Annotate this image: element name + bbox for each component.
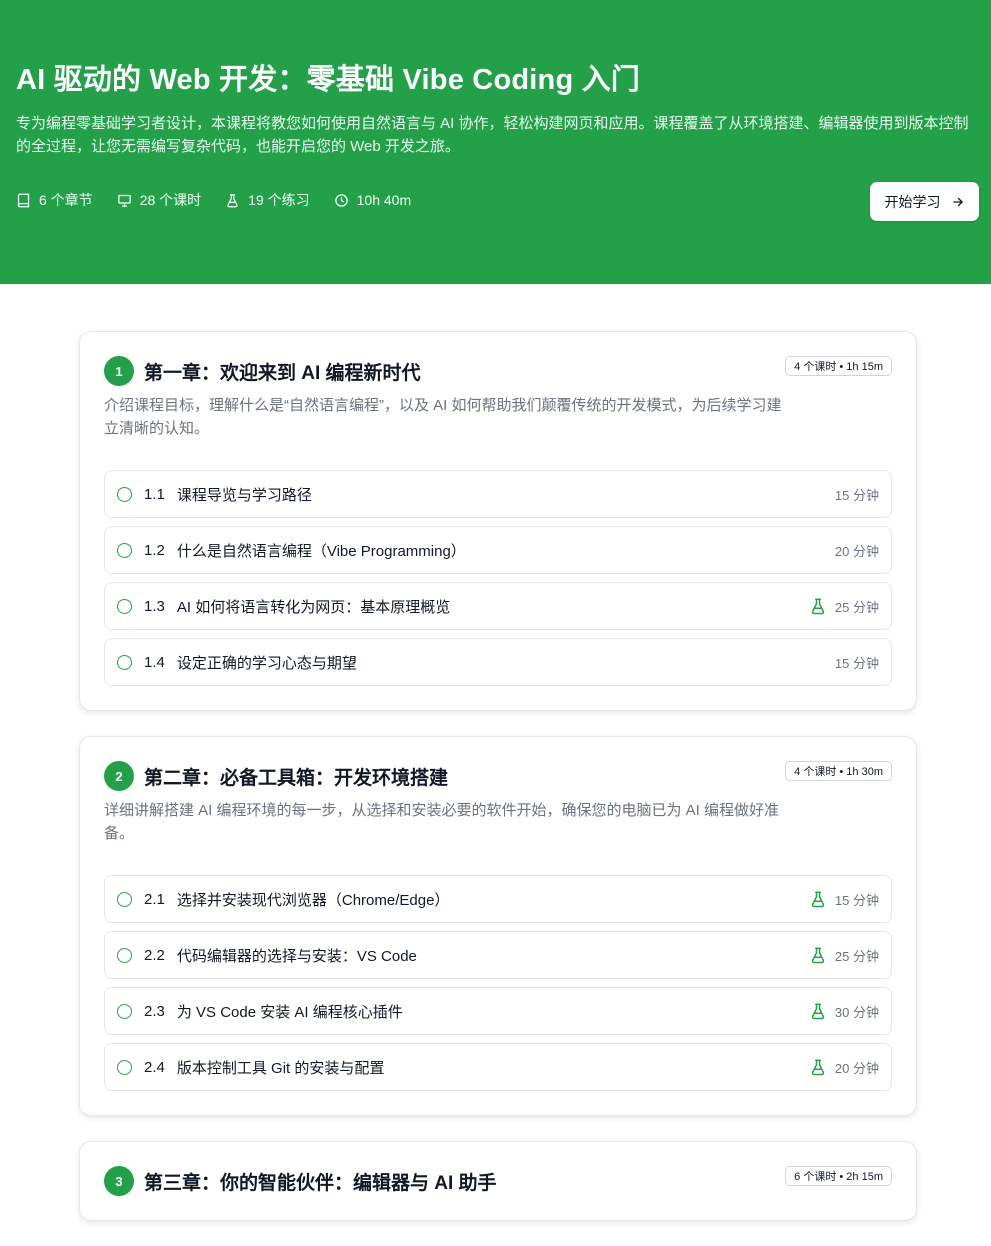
lesson-meta: 20 分钟 — [809, 1058, 879, 1077]
chapter-card: 2 第二章：必备工具箱：开发环境搭建 4 个课时 • 1h 30m 详细讲解搭建… — [79, 736, 917, 1116]
exercise-flask-icon — [811, 891, 825, 908]
lesson-status-circle-icon — [117, 891, 132, 907]
lesson-status-circle-icon — [117, 654, 132, 670]
chapter-meta-badge: 4 个课时 • 1h 15m — [785, 356, 892, 376]
chapter-header: 2 第二章：必备工具箱：开发环境搭建 — [104, 761, 892, 791]
flask-icon — [227, 193, 238, 207]
chapter-number-badge: 3 — [104, 1166, 134, 1196]
stat-duration: 10h 40m — [334, 192, 411, 208]
lesson-meta: 15 分钟 — [835, 485, 879, 504]
book-icon — [17, 193, 30, 207]
lesson-duration: 20 分钟 — [834, 1060, 879, 1076]
lesson-status-circle-icon — [117, 947, 132, 963]
presentation-icon — [117, 194, 131, 207]
lesson-status-circle-icon — [117, 486, 132, 502]
lesson-item[interactable]: 1.2 什么是自然语言编程（Vibe Programming） 20 分钟 — [104, 526, 892, 574]
chapter-title: 第三章：你的智能伙伴：编辑器与 AI 助手 — [144, 1172, 497, 1194]
course-stats: 6 个章节 28 个课时 19 个练习 10h 40m — [16, 190, 411, 210]
lesson-title: 什么是自然语言编程（Vibe Programming） — [176, 542, 466, 560]
lesson-item[interactable]: 2.4 版本控制工具 Git 的安装与配置 20 分钟 — [104, 1043, 892, 1091]
lesson-duration: 20 分钟 — [834, 543, 879, 559]
lesson-number: 1.2 — [144, 541, 165, 559]
lesson-duration: 25 分钟 — [834, 599, 879, 615]
chapter-description: 详细讲解搭建 AI 编程环境的每一步，从选择和安装必要的软件开始，确保您的电脑已… — [104, 802, 780, 842]
chapter-header: 1 第一章：欢迎来到 AI 编程新时代 — [104, 356, 892, 386]
stat-lessons-label: 28 个课时 — [139, 192, 202, 208]
lesson-number: 2.2 — [144, 946, 165, 964]
lesson-title: 设定正确的学习心态与期望 — [176, 654, 357, 672]
start-learning-label: 开始学习 — [884, 193, 941, 210]
clock-icon — [334, 193, 348, 207]
start-learning-button[interactable]: 开始学习 — [870, 182, 979, 221]
lesson-title: 课程导览与学习路径 — [176, 486, 312, 504]
lesson-item[interactable]: 1.4 设定正确的学习心态与期望 15 分钟 — [104, 638, 892, 686]
lesson-list: 1.1 课程导览与学习路径 15 分钟 1.2 什么是自然语言编程（Vibe P… — [104, 470, 892, 686]
chapter-title: 第一章：欢迎来到 AI 编程新时代 — [144, 362, 421, 384]
chapter-meta-badge: 4 个课时 • 1h 30m — [785, 761, 892, 781]
lesson-item[interactable]: 2.1 选择并安装现代浏览器（Chrome/Edge） 15 分钟 — [104, 875, 892, 923]
lesson-number: 1.1 — [144, 485, 165, 503]
chapter-card: 3 第三章：你的智能伙伴：编辑器与 AI 助手 6 个课时 • 2h 15m — [79, 1141, 917, 1221]
lesson-duration: 15 分钟 — [834, 892, 879, 908]
lesson-item[interactable]: 2.3 为 VS Code 安装 AI 编程核心插件 30 分钟 — [104, 987, 892, 1035]
lesson-title: 为 VS Code 安装 AI 编程核心插件 — [176, 1003, 403, 1021]
lesson-item[interactable]: 1.1 课程导览与学习路径 15 分钟 — [104, 470, 892, 518]
lesson-status-circle-icon — [117, 598, 132, 614]
lesson-duration: 15 分钟 — [834, 487, 879, 503]
stat-exercises-label: 19 个练习 — [248, 192, 310, 208]
exercise-flask-icon — [811, 947, 825, 964]
stat-lessons: 28 个课时 — [117, 190, 201, 210]
stat-chapters: 6 个章节 — [16, 190, 93, 210]
chapter-description: 介绍课程目标，理解什么是“自然语言编程”，以及 AI 如何帮助我们颠覆传统的开发… — [104, 397, 782, 437]
lesson-title: 版本控制工具 Git 的安装与配置 — [176, 1059, 385, 1077]
course-description: 专为编程零基础学习者设计，本课程将教您如何使用自然语言与 AI 协作，轻松构建网… — [16, 115, 969, 155]
lesson-duration: 25 分钟 — [834, 948, 879, 964]
chapter-number-badge: 2 — [104, 761, 134, 791]
lesson-title: AI 如何将语言转化为网页：基本原理概览 — [176, 598, 451, 616]
lesson-meta: 15 分钟 — [809, 890, 879, 909]
stat-chapters-label: 6 个章节 — [39, 192, 93, 208]
chapter-list: 1 第一章：欢迎来到 AI 编程新时代 4 个课时 • 1h 15m 介绍课程目… — [79, 331, 917, 1246]
stat-exercises: 19 个练习 — [225, 190, 310, 210]
lesson-number: 2.4 — [144, 1058, 165, 1076]
lesson-meta: 30 分钟 — [809, 1002, 879, 1021]
course-hero: AI 驱动的 Web 开发：零基础 Vibe Coding 入门 专为编程零基础… — [0, 0, 991, 284]
chapter-meta-badge: 6 个课时 • 2h 15m — [785, 1166, 892, 1186]
lesson-status-circle-icon — [117, 542, 132, 558]
lesson-status-circle-icon — [117, 1003, 132, 1019]
exercise-flask-icon — [811, 1059, 825, 1076]
lesson-title: 选择并安装现代浏览器（Chrome/Edge） — [176, 891, 450, 909]
lesson-meta: 20 分钟 — [835, 541, 879, 560]
lesson-duration: 30 分钟 — [834, 1004, 879, 1020]
lesson-meta: 25 分钟 — [809, 946, 879, 965]
lesson-duration: 15 分钟 — [834, 655, 879, 671]
lesson-number: 1.3 — [144, 597, 165, 615]
lesson-list: 2.1 选择并安装现代浏览器（Chrome/Edge） 15 分钟 2.2 代码… — [104, 875, 892, 1091]
course-title: AI 驱动的 Web 开发：零基础 Vibe Coding 入门 — [16, 64, 641, 96]
lesson-number: 2.1 — [144, 890, 165, 908]
chapter-card: 1 第一章：欢迎来到 AI 编程新时代 4 个课时 • 1h 15m 介绍课程目… — [79, 331, 917, 711]
chapter-header: 3 第三章：你的智能伙伴：编辑器与 AI 助手 — [104, 1166, 892, 1196]
arrow-right-icon — [952, 197, 963, 206]
chapter-title: 第二章：必备工具箱：开发环境搭建 — [144, 767, 449, 789]
lesson-status-circle-icon — [117, 1059, 132, 1075]
exercise-flask-icon — [811, 1003, 825, 1020]
exercise-flask-icon — [811, 598, 825, 615]
lesson-number: 2.3 — [144, 1002, 165, 1020]
lesson-title: 代码编辑器的选择与安装：VS Code — [176, 947, 417, 965]
lesson-number: 1.4 — [144, 653, 165, 671]
chapter-number-badge: 1 — [104, 356, 134, 386]
lesson-item[interactable]: 2.2 代码编辑器的选择与安装：VS Code 25 分钟 — [104, 931, 892, 979]
stat-duration-label: 10h 40m — [356, 192, 412, 208]
lesson-meta: 25 分钟 — [809, 597, 879, 616]
lesson-item[interactable]: 1.3 AI 如何将语言转化为网页：基本原理概览 25 分钟 — [104, 582, 892, 630]
lesson-meta: 15 分钟 — [835, 653, 879, 672]
